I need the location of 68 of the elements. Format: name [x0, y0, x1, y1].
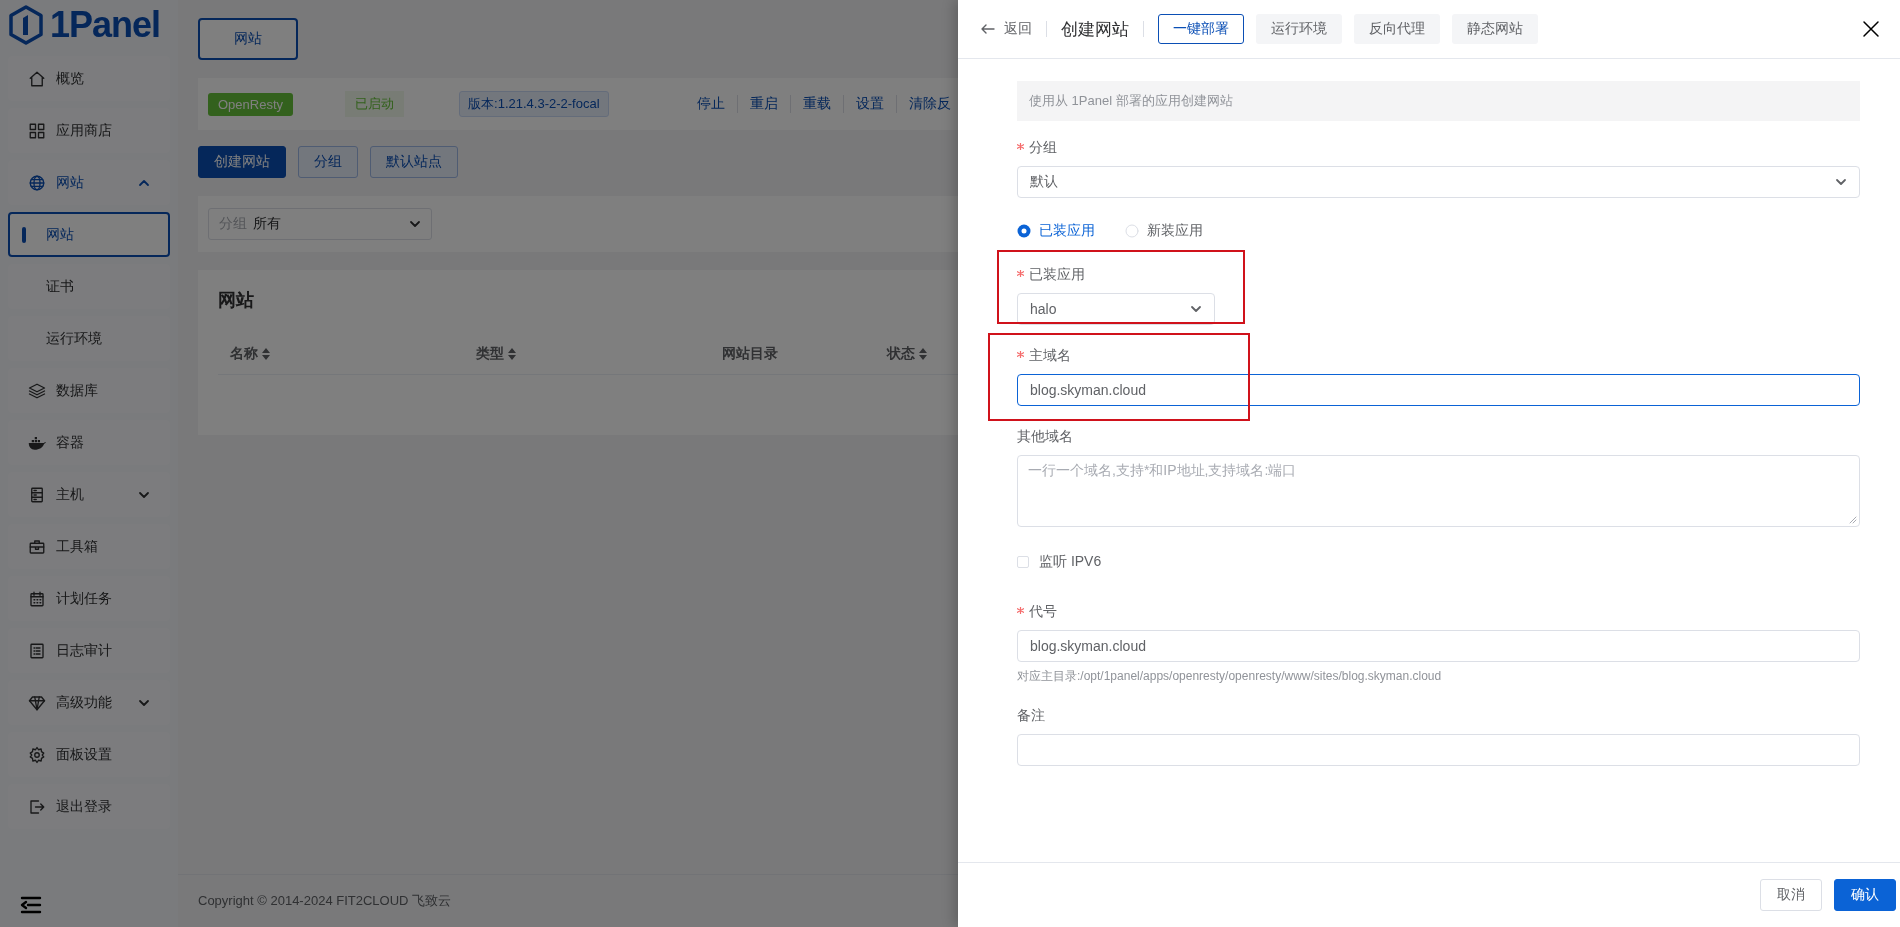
toolbox-icon	[28, 537, 46, 556]
select-field[interactable]: 默认	[1017, 166, 1860, 198]
field-label: 已装应用	[1029, 266, 1085, 282]
column-header: 名称	[230, 345, 258, 363]
chevron-down-icon	[409, 218, 421, 230]
column-header: 网站目录	[722, 345, 778, 363]
logo-text: 1Panel	[50, 4, 161, 46]
toolbar-button[interactable]: 默认站点	[370, 146, 458, 178]
layers-icon	[28, 381, 46, 400]
field-label: 备注	[1017, 707, 1045, 723]
hexagon-logo-icon	[8, 5, 44, 45]
checkbox[interactable]	[1017, 556, 1029, 568]
back-link[interactable]: 返回	[980, 20, 1032, 38]
cancel-button[interactable]: 取消	[1760, 879, 1822, 911]
radio-option[interactable]: 已装应用	[1017, 222, 1095, 240]
table-title: 网站	[218, 289, 254, 312]
grid-icon	[28, 121, 46, 140]
gear-icon	[28, 745, 46, 764]
input-field[interactable]	[1017, 734, 1860, 766]
column-header: 类型	[476, 345, 504, 363]
drawer-tab[interactable]: 静态网站	[1452, 14, 1538, 44]
toolbar-button[interactable]: 分组	[298, 146, 358, 178]
list-icon	[28, 641, 46, 660]
app-tag: OpenResty	[208, 92, 294, 116]
input-field[interactable]: blog.skyman.cloud	[1017, 374, 1860, 406]
action-link[interactable]: 重载	[789, 95, 843, 113]
drawer-title: 创建网站	[1061, 18, 1129, 41]
chevron-down-icon	[1835, 176, 1847, 188]
server-icon	[28, 485, 46, 504]
menu-icon	[20, 896, 42, 914]
column-header: 状态	[887, 345, 915, 363]
radio-option[interactable]: 新装应用	[1125, 222, 1203, 240]
menu-button[interactable]	[20, 896, 42, 914]
action-link[interactable]: 设置	[842, 95, 896, 113]
field-label: 代号	[1029, 603, 1057, 619]
sidebar-subitem[interactable]: 网站	[8, 212, 170, 257]
field-label: 其他域名	[1017, 428, 1073, 444]
status-tag: 已启动	[345, 91, 405, 117]
field-label: 主域名	[1029, 347, 1071, 363]
confirm-button[interactable]: 确认	[1834, 879, 1896, 911]
drawer-tab[interactable]: 反向代理	[1354, 14, 1440, 44]
action-link[interactable]: 重启	[736, 95, 790, 113]
copyright-text: Copyright © 2014-2024 FIT2CLOUD 飞致云	[198, 892, 452, 910]
drawer-tab[interactable]: 运行环境	[1256, 14, 1342, 44]
create-button[interactable]: 创建网站	[198, 146, 286, 178]
ipv6-checkbox[interactable]: 监听 IPV6	[1017, 553, 1860, 571]
info-alert: 使用从 1Panel 部署的应用创建网站	[1017, 81, 1860, 121]
field-label: 分组	[1029, 139, 1057, 155]
select-field[interactable]: halo	[1017, 293, 1215, 325]
chevron-down-icon	[1190, 303, 1202, 315]
calendar-icon	[28, 589, 46, 608]
version-tag: 版本:1.21.4.3-2-2-focal	[459, 91, 609, 117]
drawer-tab[interactable]: 一键部署	[1158, 14, 1244, 44]
home-icon	[28, 69, 46, 88]
radio-empty-icon	[1125, 224, 1139, 238]
field-hint: 对应主目录:/opt/1panel/apps/openresty/openresty/www/sites/blog.skyman.cloud	[1017, 668, 1443, 685]
close-button[interactable]	[1862, 20, 1880, 38]
radio-selected-icon	[1017, 224, 1031, 238]
textarea-field[interactable]: 一行一个域名,支持*和IP地址,支持域名:端口	[1017, 455, 1860, 527]
close-icon	[1862, 20, 1880, 38]
logout-icon	[28, 797, 46, 816]
selection-bar	[22, 227, 26, 243]
globe-icon	[28, 173, 46, 192]
action-link[interactable]: 停止	[696, 95, 737, 113]
resize-handle-icon	[1849, 516, 1857, 524]
diamond-icon	[28, 693, 46, 712]
page-tab[interactable]: 网站	[198, 18, 298, 60]
input-field[interactable]: blog.skyman.cloud	[1017, 630, 1860, 662]
